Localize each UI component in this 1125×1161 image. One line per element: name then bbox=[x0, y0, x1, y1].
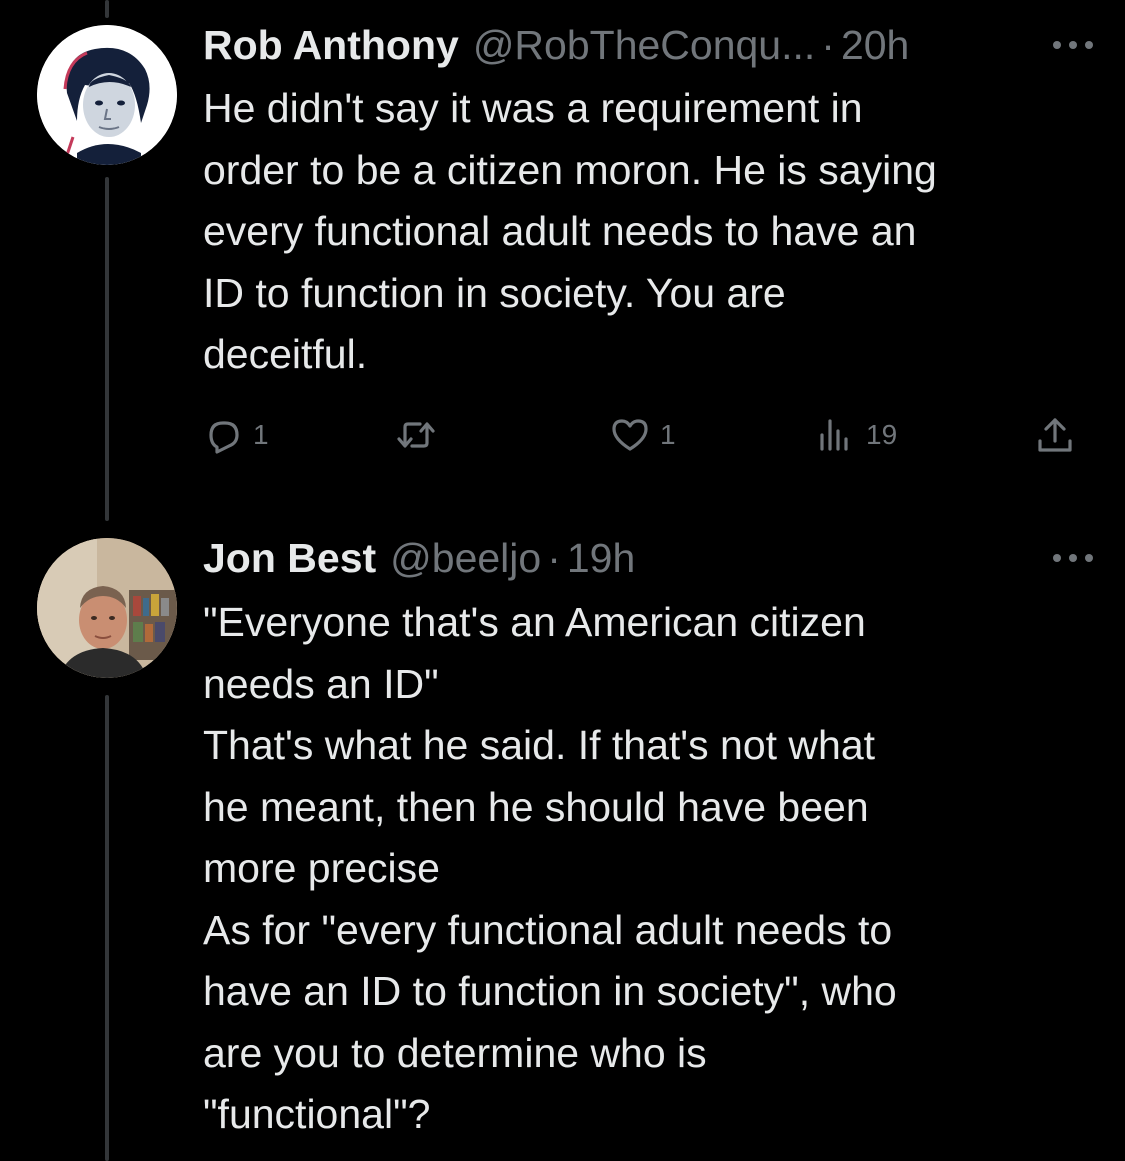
text-line: deceitful. bbox=[203, 331, 368, 377]
more-horizontal-icon bbox=[1053, 554, 1093, 562]
text-line: every functional adult needs to have an bbox=[203, 208, 917, 254]
separator-dot: · bbox=[821, 21, 835, 68]
text-line: That's what he said. If that's not what bbox=[203, 722, 876, 768]
timestamp[interactable]: 19h bbox=[567, 535, 635, 582]
reply-count: 1 bbox=[253, 419, 269, 450]
text-line: order to be a citizen moron. He is sayin… bbox=[203, 146, 937, 193]
more-options-button[interactable] bbox=[1051, 530, 1095, 586]
avatar-portrait-icon bbox=[37, 25, 177, 165]
views-chart-icon bbox=[820, 419, 848, 451]
action-bar: 1 1 19 bbox=[203, 405, 1083, 465]
thread-line bbox=[105, 177, 109, 521]
more-horizontal-icon bbox=[1053, 41, 1093, 49]
like-count: 1 bbox=[660, 419, 676, 450]
username-handle[interactable]: @beeljo bbox=[390, 535, 541, 582]
text-line: more precise bbox=[203, 845, 440, 891]
more-options-button[interactable] bbox=[1051, 17, 1095, 73]
text-line: are you to determine who is bbox=[203, 1029, 707, 1076]
tweet-header: Rob Anthony @RobTheConqu... · 20h bbox=[203, 17, 909, 73]
separator-dot: · bbox=[547, 534, 561, 581]
views-count: 19 bbox=[866, 419, 898, 450]
share-upload-icon bbox=[1038, 418, 1072, 452]
text-line: He didn't say it was a requirement in bbox=[203, 85, 863, 131]
tweet-text: He didn't say it was a requirement in or… bbox=[203, 78, 1083, 386]
reply-button[interactable]: 1 bbox=[203, 405, 269, 465]
avatar-photo-icon bbox=[37, 538, 177, 678]
timestamp[interactable]: 20h bbox=[841, 22, 909, 69]
text-line: he meant, then he should have been bbox=[203, 783, 869, 830]
share-button[interactable] bbox=[1035, 405, 1075, 465]
text-line: "functional"? bbox=[203, 1091, 431, 1137]
tweet-text: "Everyone that's an American citizen nee… bbox=[203, 592, 1083, 1146]
text-line: needs an ID" bbox=[203, 660, 439, 707]
avatar[interactable] bbox=[37, 538, 177, 678]
retweet-button[interactable] bbox=[396, 405, 446, 465]
display-name[interactable]: Rob Anthony bbox=[203, 22, 459, 69]
avatar[interactable] bbox=[37, 25, 177, 165]
username-handle[interactable]: @RobTheConqu... bbox=[473, 22, 815, 69]
display-name[interactable]: Jon Best bbox=[203, 535, 376, 582]
tweet-header: Jon Best @beeljo · 19h bbox=[203, 530, 635, 586]
reply-icon bbox=[209, 421, 239, 454]
text-line: ID to function in society. You are bbox=[203, 269, 786, 316]
views-button[interactable]: 19 bbox=[816, 405, 897, 465]
thread-line bbox=[105, 0, 109, 18]
text-line: have an ID to function in society", who bbox=[203, 968, 897, 1014]
thread-line bbox=[105, 695, 109, 1161]
like-button[interactable]: 1 bbox=[610, 405, 676, 465]
text-line: As for "every functional adult needs to bbox=[203, 906, 893, 953]
text-line: "Everyone that's an American citizen bbox=[203, 599, 866, 645]
retweet-icon bbox=[397, 422, 435, 448]
heart-icon bbox=[612, 419, 648, 451]
